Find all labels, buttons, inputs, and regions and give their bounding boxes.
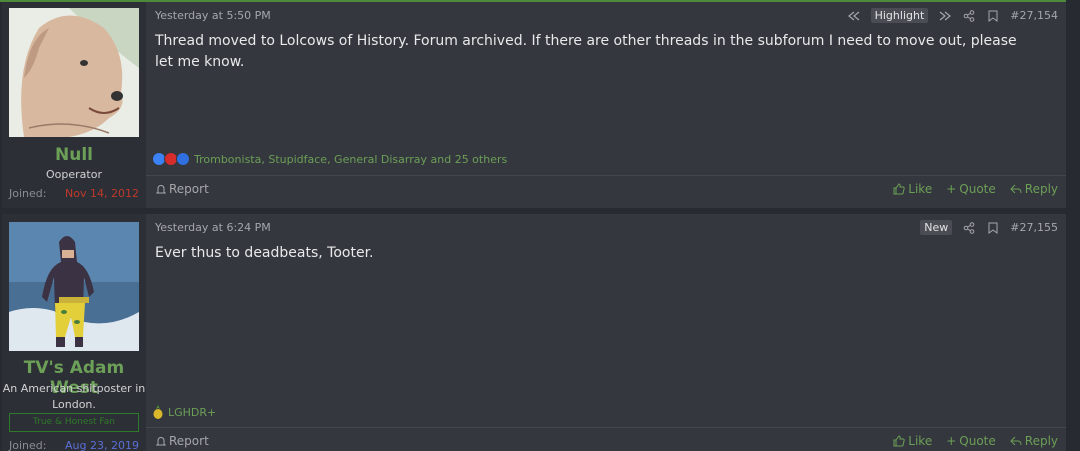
post-number[interactable]: #27,155 <box>1010 221 1058 234</box>
share-icon[interactable] <box>962 9 976 23</box>
reactions-users[interactable]: Trombonista, Stupidface, General Disarra… <box>194 153 507 166</box>
reply-arrow-icon <box>1010 184 1022 194</box>
post-actions: Like + Quote Reply <box>893 434 1058 448</box>
fast-forward-icon[interactable] <box>938 9 952 23</box>
post-main: Yesterday at 6:24 PM New #27,155 Ever th… <box>146 214 1066 451</box>
post-actions: Like + Quote Reply <box>893 182 1058 196</box>
reactions-users[interactable]: LGHDR+ <box>168 406 216 419</box>
report-button[interactable]: Report <box>156 434 209 448</box>
share-icon[interactable] <box>962 221 976 235</box>
like-button[interactable]: Like <box>893 434 932 448</box>
joined-row: Joined: Aug 23, 2019 <box>9 439 139 451</box>
thumbs-up-icon <box>893 183 905 195</box>
reply-button[interactable]: Reply <box>1010 434 1058 448</box>
post: Null Ooperator Joined: Nov 14, 2012 Yest… <box>2 2 1066 208</box>
pineapple-reaction-icon <box>152 405 164 419</box>
plus-icon: + <box>946 434 957 448</box>
user-banner: True & Honest Fan <box>9 413 139 432</box>
info-reaction-icon <box>176 152 190 166</box>
user-panel: TV's Adam West An American shitposter in… <box>2 214 146 451</box>
plus-icon: + <box>946 182 957 196</box>
quote-button[interactable]: + Quote <box>946 434 996 448</box>
reactions-bar[interactable]: LGHDR+ <box>152 405 216 419</box>
reply-button[interactable]: Reply <box>1010 182 1058 196</box>
reply-label: Reply <box>1024 182 1058 196</box>
post-tools: New #27,155 <box>920 220 1058 235</box>
joined-label: Joined: <box>9 187 47 200</box>
post-tools: Highlight #27,154 <box>847 8 1058 23</box>
joined-date: Aug 23, 2019 <box>65 439 139 451</box>
bell-icon <box>156 184 166 193</box>
avatar[interactable] <box>9 222 139 351</box>
post-footer: Report Like + Quote Reply <box>146 175 1066 205</box>
bell-icon <box>156 436 166 445</box>
bookmark-icon[interactable] <box>986 9 1000 23</box>
report-label: Report <box>169 182 209 196</box>
report-label: Report <box>169 434 209 448</box>
user-panel: Null Ooperator Joined: Nov 14, 2012 <box>2 2 146 208</box>
report-button[interactable]: Report <box>156 182 209 196</box>
bookmark-icon[interactable] <box>986 221 1000 235</box>
post-body: Thread moved to Lolcows of History. Foru… <box>155 33 1017 70</box>
quote-label: Quote <box>959 182 996 196</box>
post-main: Yesterday at 5:50 PM Highlight #27,154 T… <box>146 2 1066 208</box>
highlight-badge: Highlight <box>870 8 929 23</box>
joined-date: Nov 14, 2012 <box>65 187 139 200</box>
new-badge: New <box>920 220 953 235</box>
post-date[interactable]: Yesterday at 5:50 PM <box>155 9 271 22</box>
post-number[interactable]: #27,154 <box>1010 9 1058 22</box>
thumbs-up-icon <box>893 435 905 447</box>
rewind-icon[interactable] <box>847 9 861 23</box>
reply-arrow-icon <box>1010 436 1022 446</box>
username[interactable]: Null <box>2 145 146 165</box>
avatar[interactable] <box>9 8 139 137</box>
reactions-bar[interactable]: Trombonista, Stupidface, General Disarra… <box>152 152 507 166</box>
post-body: Ever thus to deadbeats, Tooter. <box>155 245 374 261</box>
user-title: Ooperator <box>46 168 102 181</box>
post-date[interactable]: Yesterday at 6:24 PM <box>155 221 271 234</box>
quote-label: Quote <box>959 434 996 448</box>
reply-label: Reply <box>1024 434 1058 448</box>
like-label: Like <box>908 182 933 196</box>
joined-row: Joined: Nov 14, 2012 <box>9 187 139 200</box>
quote-button[interactable]: + Quote <box>946 182 996 196</box>
post: TV's Adam West An American shitposter in… <box>2 214 1066 451</box>
post-footer: Report Like + Quote Reply <box>146 427 1066 451</box>
like-label: Like <box>908 434 933 448</box>
joined-label: Joined: <box>9 439 47 451</box>
like-button[interactable]: Like <box>893 182 932 196</box>
user-title: An American shitposter in London. <box>2 382 146 411</box>
